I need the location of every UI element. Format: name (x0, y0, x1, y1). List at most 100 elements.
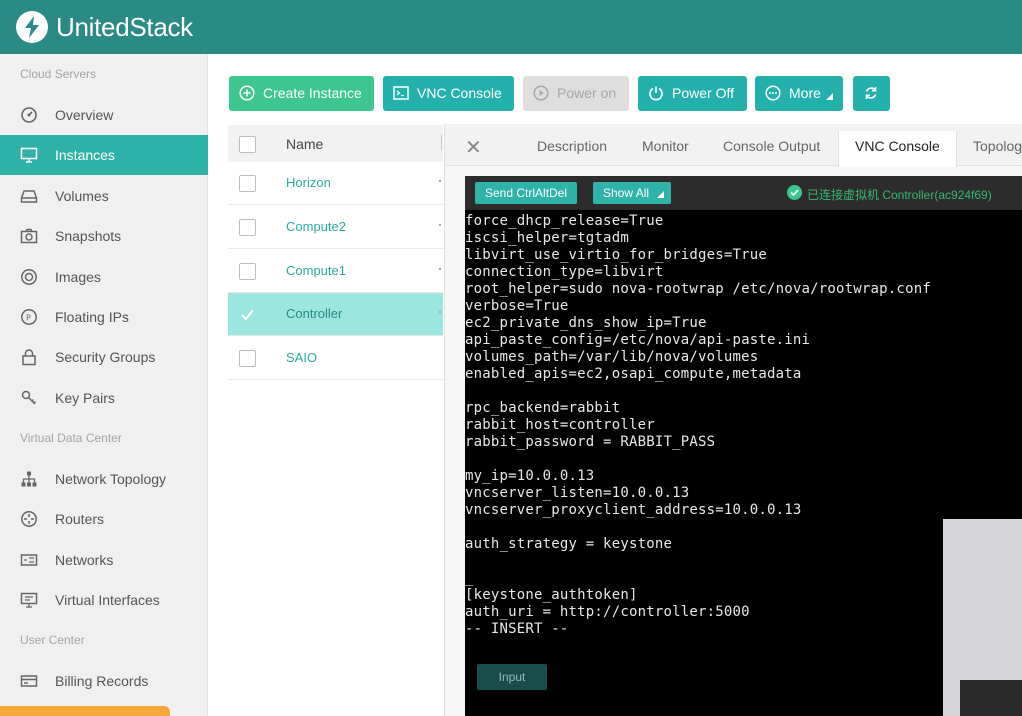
logo-icon[interactable] (16, 11, 48, 43)
table-header: Name (228, 125, 443, 162)
presenter-overlay-shape (960, 680, 1022, 716)
terminal-line: auth_strategy = keystone (465, 536, 673, 552)
sidebar-item-overview[interactable]: Overview (0, 95, 208, 135)
create-instance-button[interactable]: Create Instance (229, 76, 374, 111)
terminal-line: volumes_path=/var/lib/nova/volumes (465, 349, 759, 365)
sidebar-item-networks[interactable]: Networks (0, 540, 208, 580)
sidebar-item-snapshots[interactable]: Snapshots (0, 216, 208, 256)
brand-name[interactable]: UnitedStack (56, 12, 193, 43)
terminal-line: iscsi_helper=tgtadm (465, 230, 629, 246)
terminal-line: ec2_private_dns_show_ip=True (465, 315, 707, 331)
terminal-icon (393, 86, 409, 100)
caret-down-icon (826, 93, 833, 100)
tab-description[interactable]: Description (537, 138, 607, 154)
row-checkbox[interactable] (239, 175, 256, 192)
terminal-line: my_ip=10.0.0.13 (465, 468, 595, 484)
name-column-header[interactable]: Name (286, 136, 323, 152)
disk-icon (20, 190, 38, 203)
vnc-toolbar: Send CtrlAltDel Show All 已连接虚拟机 Controll… (465, 176, 1022, 210)
sidebar-item-label: Billing Records (55, 673, 149, 689)
row-checkbox[interactable] (239, 219, 256, 236)
sidebar-section-cloud-servers: Cloud Servers (20, 67, 97, 81)
vnc-input-button[interactable]: Input (477, 664, 547, 690)
sidebar-item-floating-ips[interactable]: P Floating IPs (0, 297, 208, 337)
sidebar-item-routers[interactable]: Routers (0, 499, 208, 539)
sidebar-item-network-topology[interactable]: Network Topology (0, 459, 208, 499)
column-divider (441, 135, 442, 151)
create-instance-label: Create Instance (263, 85, 362, 101)
terminal-line: rpc_backend=rabbit (465, 400, 621, 416)
row-checkbox[interactable] (239, 263, 256, 280)
top-bar: UnitedStack (0, 0, 1022, 54)
instance-name-link[interactable]: Controller (286, 306, 342, 321)
sidebar: Cloud Servers Overview Instances Volumes… (0, 54, 208, 716)
table-row[interactable]: Compute2 (228, 206, 443, 249)
table-row[interactable]: Compute1 (228, 250, 443, 293)
check-circle-icon (787, 185, 802, 200)
terminal-line: root_helper=sudo nova-rootwrap /etc/nova… (465, 281, 931, 297)
table-row[interactable]: SAIO (228, 337, 443, 380)
terminal-line: rabbit_host=controller (465, 417, 655, 433)
power-off-label: Power Off (672, 85, 734, 101)
show-all-button[interactable]: Show All (593, 182, 672, 204)
detail-tabbar: ✕ Description Monitor Console Output VNC… (445, 124, 1022, 167)
instance-name-link[interactable]: Horizon (286, 175, 331, 190)
send-ctrl-alt-del-button[interactable]: Send CtrlAltDel (475, 182, 578, 204)
more-button[interactable]: More (755, 76, 843, 111)
terminal-line: vncserver_proxyclient_address=10.0.0.13 (465, 502, 802, 518)
power-on-button[interactable]: Power on (523, 76, 629, 111)
checkmark-icon[interactable] (239, 306, 256, 323)
sidebar-item-label: Overview (55, 107, 114, 123)
vnc-console-label: VNC Console (417, 85, 502, 101)
terminal-line: force_dhcp_release=True (465, 213, 664, 229)
tab-topology[interactable]: Topology (973, 138, 1022, 154)
sidebar-item-images[interactable]: Images (0, 257, 208, 297)
tab-vnc-console[interactable]: VNC Console (838, 131, 957, 167)
select-all-checkbox[interactable] (239, 136, 256, 153)
terminal-line: rabbit_password = RABBIT_PASS (465, 434, 716, 450)
close-icon[interactable]: ✕ (465, 135, 482, 160)
sidebar-item-volumes[interactable]: Volumes (0, 176, 208, 216)
instance-name-link[interactable]: Compute1 (286, 263, 346, 278)
sidebar-item-security-groups[interactable]: Security Groups (0, 337, 208, 377)
sidebar-item-instances[interactable]: Instances (0, 135, 208, 175)
terminal-line: libvirt_use_virtio_for_bridges=True (465, 247, 768, 263)
row-marker (439, 224, 441, 226)
plus-circle-icon (239, 85, 255, 101)
vnc-terminal[interactable]: force_dhcp_release=True iscsi_helper=tgt… (465, 210, 1022, 716)
sidebar-item-label: Snapshots (55, 228, 122, 244)
table-row-selected[interactable]: Controller (228, 293, 443, 336)
camera-icon (20, 228, 38, 244)
row-marker (439, 268, 441, 270)
sidebar-item-billing-records[interactable]: Billing Records (0, 661, 208, 701)
terminal-line: verbose=True (465, 298, 569, 314)
tab-monitor[interactable]: Monitor (642, 138, 689, 154)
sidebar-item-label: Instances (55, 147, 115, 163)
vnc-console-button[interactable]: VNC Console (383, 76, 514, 111)
terminal-line: _ (465, 570, 474, 586)
power-off-button[interactable]: Power Off (638, 76, 747, 111)
instance-name-link[interactable]: Compute2 (286, 219, 346, 234)
show-all-label: Show All (603, 186, 650, 200)
refresh-button[interactable] (853, 76, 890, 111)
terminal-line: auth_uri = http://controller:5000 (465, 604, 750, 620)
sidebar-section-user-center: User Center (20, 633, 85, 647)
sidebar-item-virtual-interfaces[interactable]: Virtual Interfaces (0, 580, 208, 620)
row-checkbox[interactable] (239, 350, 256, 367)
sidebar-item-label: Images (55, 269, 101, 285)
tab-console-output[interactable]: Console Output (723, 138, 820, 154)
sidebar-item-label: Network Topology (55, 471, 167, 487)
power-icon (649, 86, 663, 101)
table-row[interactable]: Horizon (228, 162, 443, 205)
sidebar-item-label: Floating IPs (55, 309, 129, 325)
power-on-label: Power on (557, 85, 617, 101)
monitor-icon (20, 147, 38, 163)
caret-down-icon (657, 191, 665, 198)
instance-name-link[interactable]: SAIO (286, 350, 317, 365)
router-icon (21, 511, 37, 527)
sidebar-item-label: Networks (55, 552, 114, 568)
sidebar-item-label: Security Groups (55, 349, 156, 365)
sidebar-item-key-pairs[interactable]: Key Pairs (0, 378, 208, 418)
sidebar-item-label: Virtual Interfaces (55, 592, 160, 608)
interface-icon (20, 592, 38, 608)
